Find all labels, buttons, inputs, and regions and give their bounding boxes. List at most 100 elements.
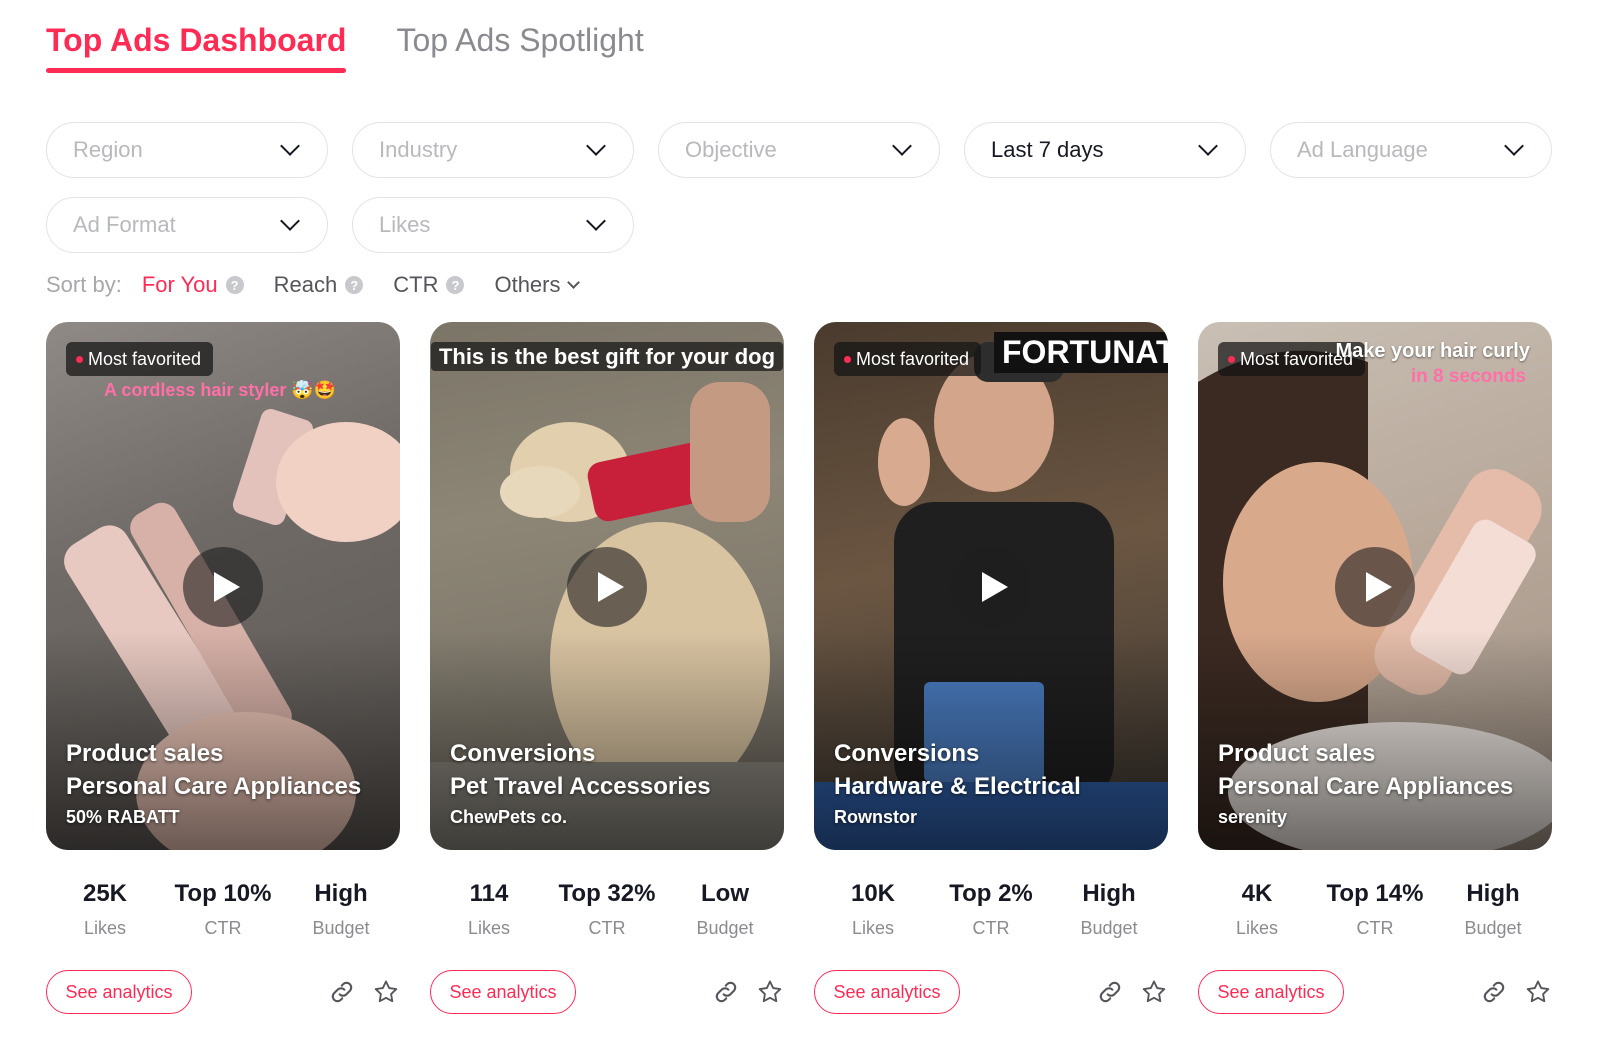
tab-top-ads-spotlight[interactable]: Top Ads Spotlight <box>396 22 643 73</box>
ad-info: Product sales Personal Care Appliances 5… <box>66 737 361 828</box>
ad-brand: ChewPets co. <box>450 807 568 827</box>
question-icon[interactable]: ? <box>345 276 364 294</box>
budget-stat: High Budget <box>282 880 400 939</box>
ad-stats: 114 Likes Top 32% CTR Low Budget <box>430 880 784 939</box>
likes-dropdown[interactable]: Likes <box>352 197 634 253</box>
sort-option-reach[interactable]: Reach ? <box>274 272 364 298</box>
budget-label: Budget <box>1464 918 1522 938</box>
date-range-dropdown[interactable]: Last 7 days <box>964 122 1246 178</box>
link-icon[interactable] <box>712 978 740 1006</box>
question-icon[interactable]: ? <box>446 276 465 294</box>
most-favorited-badge: Most favorited <box>66 342 214 376</box>
play-button[interactable] <box>567 547 647 627</box>
likes-dropdown-label: Likes <box>379 212 431 237</box>
ad-card[interactable]: FORTUNATI Most favorited Conversions Har… <box>814 322 1168 850</box>
ctr-stat: Top 10% CTR <box>164 880 282 939</box>
ad-actions: See analytics <box>430 970 784 1014</box>
video-caption: FORTUNATI <box>994 332 1168 373</box>
industry-dropdown[interactable]: Industry <box>352 122 634 178</box>
question-icon[interactable]: ? <box>225 276 244 294</box>
sort-option-label: CTR <box>393 272 439 297</box>
ctr-value: Top 32% <box>558 880 656 907</box>
budget-stat: Low Budget <box>666 880 784 939</box>
objective-dropdown[interactable]: Objective <box>658 122 940 178</box>
ctr-label: CTR <box>1356 918 1394 938</box>
ad-format-dropdown-label: Ad Format <box>73 212 176 237</box>
ad-info: Conversions Hardware & Electrical Rownst… <box>834 737 1081 828</box>
link-icon[interactable] <box>328 978 356 1006</box>
ctr-stat: Top 2% CTR <box>932 880 1050 939</box>
likes-stat: 25K Likes <box>46 880 164 939</box>
budget-stat: High Budget <box>1434 880 1552 939</box>
likes-label: Likes <box>1235 918 1279 938</box>
chevron-down-icon <box>1198 136 1218 156</box>
play-button[interactable] <box>951 547 1031 627</box>
chevron-down-icon <box>586 136 606 156</box>
most-favorited-badge: Most favorited <box>834 342 982 376</box>
ctr-value: Top 14% <box>1326 880 1424 907</box>
ad-info: Product sales Personal Care Appliances s… <box>1218 737 1513 828</box>
play-button[interactable] <box>1335 547 1415 627</box>
ad-stats: 25K Likes Top 10% CTR High Budget <box>46 880 400 939</box>
play-button[interactable] <box>183 547 263 627</box>
link-icon[interactable] <box>1096 978 1124 1006</box>
link-icon[interactable] <box>1480 978 1508 1006</box>
ad-info: Conversions Pet Travel Accessories ChewP… <box>450 737 711 828</box>
likes-stat: 114 Likes <box>430 880 548 939</box>
likes-label: Likes <box>467 918 511 938</box>
see-analytics-button[interactable]: See analytics <box>430 970 576 1014</box>
sort-by-label: Sort by: <box>46 272 122 297</box>
ad-objective: Product sales <box>66 740 224 767</box>
ad-brand: 50% RABATT <box>66 807 180 827</box>
budget-label: Budget <box>312 918 370 938</box>
objective-dropdown-label: Objective <box>685 137 777 162</box>
ad-actions: See analytics <box>814 970 1168 1014</box>
video-caption-text: This is the best gift for your dog <box>430 342 784 371</box>
likes-value: 114 <box>469 880 509 907</box>
star-icon[interactable] <box>756 978 784 1006</box>
ad-objective: Conversions <box>834 740 980 767</box>
ad-brand: Rownstor <box>834 807 917 827</box>
star-icon[interactable] <box>372 978 400 1006</box>
region-dropdown[interactable]: Region <box>46 122 328 178</box>
budget-value: High <box>1082 880 1136 907</box>
ctr-label: CTR <box>588 918 626 938</box>
budget-label: Budget <box>1080 918 1138 938</box>
tab-top-ads-dashboard[interactable]: Top Ads Dashboard <box>46 22 347 73</box>
see-analytics-button[interactable]: See analytics <box>46 970 192 1014</box>
sort-option-others[interactable]: Others <box>494 272 580 298</box>
star-icon[interactable] <box>1524 978 1552 1006</box>
ad-objective: Product sales <box>1218 740 1376 767</box>
budget-value: Low <box>701 880 749 907</box>
chevron-down-icon <box>566 275 580 289</box>
ad-card[interactable]: Most favorited A cordless hair styler 🤯🤩… <box>46 322 400 850</box>
ad-brand: serenity <box>1218 807 1288 827</box>
ad-card[interactable]: Most favorited Make your hair curly in 8… <box>1198 322 1552 850</box>
chevron-down-icon <box>892 136 912 156</box>
ad-industry: Personal Care Appliances <box>66 773 362 800</box>
sort-bar: Sort by: For You ? Reach ? CTR ? Others <box>46 272 608 298</box>
see-analytics-button[interactable]: See analytics <box>1198 970 1344 1014</box>
likes-label: Likes <box>83 918 127 938</box>
see-analytics-button[interactable]: See analytics <box>814 970 960 1014</box>
sort-option-for-you[interactable]: For You ? <box>142 272 244 298</box>
sort-option-label: Others <box>494 272 561 297</box>
chevron-down-icon <box>280 136 300 156</box>
video-caption: This is the best gift for your dog <box>430 342 784 372</box>
likes-stat: 10K Likes <box>814 880 932 939</box>
sort-option-label: For You <box>141 272 218 297</box>
ad-language-dropdown[interactable]: Ad Language <box>1270 122 1552 178</box>
ad-actions: See analytics <box>1198 970 1552 1014</box>
chevron-down-icon <box>586 211 606 231</box>
video-caption-line-2: in 8 seconds <box>1410 366 1526 387</box>
star-icon[interactable] <box>1140 978 1168 1006</box>
sort-option-ctr[interactable]: CTR ? <box>393 272 465 298</box>
ad-objective: Conversions <box>450 740 596 767</box>
industry-dropdown-label: Industry <box>379 137 458 162</box>
ad-industry: Pet Travel Accessories <box>450 773 711 800</box>
ad-stats: 4K Likes Top 14% CTR High Budget <box>1198 880 1552 939</box>
ctr-label: CTR <box>972 918 1010 938</box>
video-caption: Make your hair curly <box>1335 340 1530 362</box>
ad-card[interactable]: This is the best gift for your dog Conve… <box>430 322 784 850</box>
ad-format-dropdown[interactable]: Ad Format <box>46 197 328 253</box>
